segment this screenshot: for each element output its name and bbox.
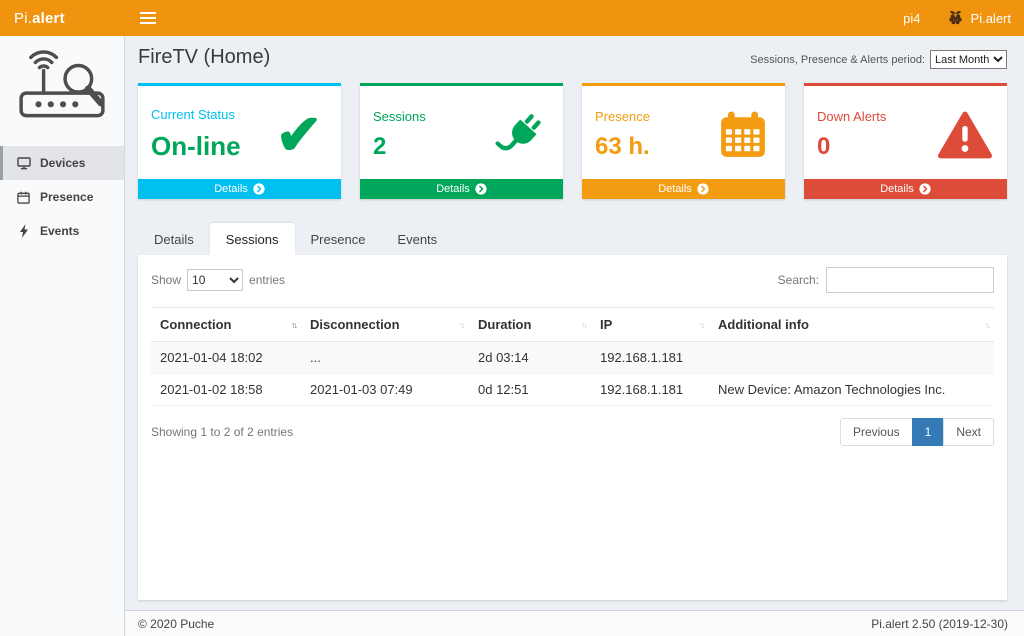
page-title: FireTV (Home) <box>138 46 270 69</box>
info-box-label: Current Status <box>151 107 269 122</box>
info-box-presence: Presence 63 h. <box>582 83 785 199</box>
cell-additional-info: New Device: Amazon Technologies Inc. <box>709 374 994 406</box>
hostname-label: pi4 <box>903 11 920 26</box>
column-header-disconnection[interactable]: Disconnection↑↓ <box>301 308 469 342</box>
warning-icon <box>935 110 995 160</box>
sidebar-item-label: Presence <box>40 190 93 204</box>
search-label: Search: <box>778 273 819 287</box>
sidebar-item-label: Devices <box>40 156 85 170</box>
table-summary: Showing 1 to 2 of 2 entries <box>151 425 293 439</box>
table-header-row: Connection↑↓ Disconnection↑↓ Duration↑↓ … <box>151 308 994 342</box>
brand-prefix: Pi. <box>14 10 32 27</box>
info-boxes-row: Current Status On-line ✔ Details Session… <box>138 83 1007 199</box>
details-button-down-alerts[interactable]: Details <box>804 179 1007 199</box>
info-box-value: 63 h. <box>595 133 713 161</box>
table-search: Search: <box>778 267 994 293</box>
column-header-duration[interactable]: Duration↑↓ <box>469 308 591 342</box>
entries-label: entries <box>249 273 285 287</box>
cell-duration: 2d 03:14 <box>469 342 591 374</box>
details-button-presence[interactable]: Details <box>582 179 785 199</box>
check-icon: ✔ <box>269 107 329 163</box>
user-label: Pi.alert <box>971 11 1011 26</box>
period-selector: Sessions, Presence & Alerts period: Last… <box>750 50 1007 69</box>
tab-events[interactable]: Events <box>381 223 453 255</box>
sidebar-toggle-button[interactable] <box>125 0 171 36</box>
events-icon <box>16 224 31 238</box>
period-label: Sessions, Presence & Alerts period: <box>750 54 925 66</box>
info-box-down-alerts: Down Alerts 0 Details <box>804 83 1007 199</box>
info-box-sessions: Sessions 2 <box>360 83 563 199</box>
table-row: 2021-01-02 18:58 2021-01-03 07:49 0d 12:… <box>151 374 994 406</box>
column-header-connection[interactable]: Connection↑↓ <box>151 308 301 342</box>
tab-presence[interactable]: Presence <box>295 223 382 255</box>
info-box-value: 2 <box>373 133 491 161</box>
info-box-label: Down Alerts <box>817 109 935 124</box>
cell-additional-info <box>709 342 994 374</box>
page-length-select[interactable]: 10 <box>187 269 243 291</box>
sidebar: Devices Presence Events <box>0 36 125 636</box>
cell-disconnection: ... <box>301 342 469 374</box>
navbar-right: pi4 Pi.alert <box>890 0 1024 36</box>
devices-icon <box>16 157 31 170</box>
details-button-sessions[interactable]: Details <box>360 179 563 199</box>
app-logo <box>0 36 124 142</box>
cell-duration: 0d 12:51 <box>469 374 591 406</box>
detail-tabs: Details Sessions Presence Events <box>138 223 1007 255</box>
version-text: Pi.alert 2.50 (2019-12-30) <box>871 617 1008 631</box>
show-label: Show <box>151 273 181 287</box>
hostname-link[interactable]: pi4 <box>890 0 933 36</box>
info-box-label: Presence <box>595 109 713 124</box>
period-select[interactable]: Last Month <box>930 50 1007 69</box>
cell-disconnection: 2021-01-03 07:49 <box>301 374 469 406</box>
user-menu[interactable]: Pi.alert <box>934 0 1024 36</box>
search-input[interactable] <box>826 267 994 293</box>
cell-connection: 2021-01-02 18:58 <box>151 374 301 406</box>
pagination: Previous 1 Next <box>840 418 994 446</box>
plug-icon <box>491 111 551 159</box>
cell-ip: 192.168.1.181 <box>591 374 709 406</box>
cell-ip: 192.168.1.181 <box>591 342 709 374</box>
calendar-icon <box>713 110 773 160</box>
arrow-circle-icon <box>253 183 265 195</box>
details-button-status[interactable]: Details <box>138 179 341 199</box>
sort-icon: ↑↓ <box>699 320 704 330</box>
tab-details[interactable]: Details <box>138 223 210 255</box>
page-length-control: Show 10 entries <box>151 269 285 291</box>
info-box-label: Sessions <box>373 109 491 124</box>
arrow-circle-icon <box>697 183 709 195</box>
sidebar-item-presence[interactable]: Presence <box>0 180 124 214</box>
info-box-current-status: Current Status On-line ✔ Details <box>138 83 341 199</box>
sessions-table: Connection↑↓ Disconnection↑↓ Duration↑↓ … <box>151 307 994 406</box>
copyright-text: © 2020 Puche <box>138 617 214 631</box>
next-page-button[interactable]: Next <box>943 418 994 446</box>
top-navbar: Pi.alert pi4 Pi.alert <box>0 0 1024 36</box>
hamburger-icon <box>140 12 156 14</box>
sidebar-item-devices[interactable]: Devices <box>0 146 124 180</box>
previous-page-button[interactable]: Previous <box>840 418 913 446</box>
sidebar-menu: Devices Presence Events <box>0 146 124 248</box>
content-area: FireTV (Home) Sessions, Presence & Alert… <box>125 36 1024 610</box>
column-header-additional-info[interactable]: Additional info↑↓ <box>709 308 994 342</box>
tab-sessions[interactable]: Sessions <box>210 223 295 255</box>
page-1-button[interactable]: 1 <box>912 418 945 446</box>
sort-icon: ↑↓ <box>984 320 989 330</box>
sort-icon: ↑↓ <box>459 320 464 330</box>
page-footer: © 2020 Puche Pi.alert 2.50 (2019-12-30) <box>125 610 1024 636</box>
info-box-value: On-line <box>151 131 269 162</box>
sort-icon: ↑↓ <box>581 320 586 330</box>
raspberry-icon <box>947 9 964 28</box>
sidebar-item-label: Events <box>40 224 79 238</box>
sidebar-item-events[interactable]: Events <box>0 214 124 248</box>
info-box-value: 0 <box>817 133 935 161</box>
brand-suffix: alert <box>32 10 65 27</box>
sort-icon: ↑↓ <box>291 320 296 330</box>
table-row: 2021-01-04 18:02 ... 2d 03:14 192.168.1.… <box>151 342 994 374</box>
column-header-ip[interactable]: IP↑↓ <box>591 308 709 342</box>
cell-connection: 2021-01-04 18:02 <box>151 342 301 374</box>
arrow-circle-icon <box>919 183 931 195</box>
presence-icon <box>16 191 31 204</box>
brand[interactable]: Pi.alert <box>0 0 125 36</box>
arrow-circle-icon <box>475 183 487 195</box>
sessions-panel: Show 10 entries Search: <box>138 255 1007 600</box>
